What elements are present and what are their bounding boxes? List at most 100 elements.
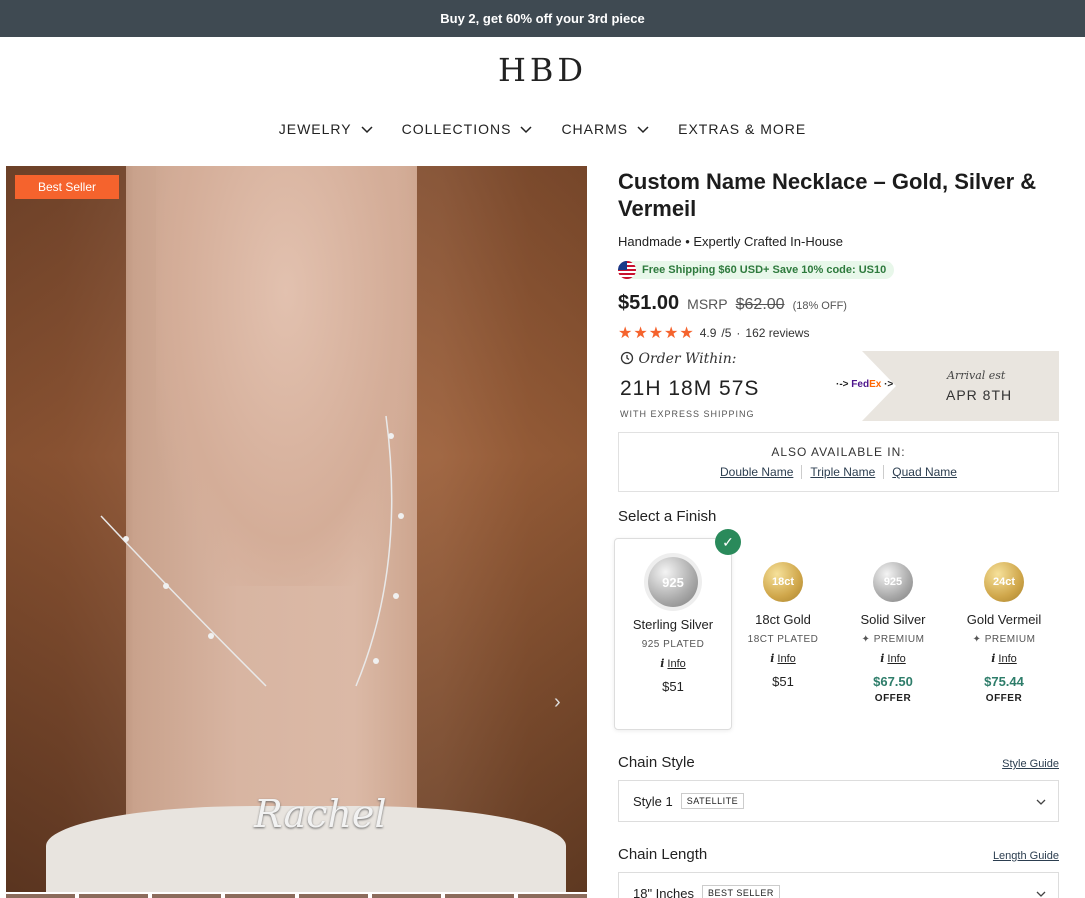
also-available-title: ALSO AVAILABLE IN: bbox=[771, 445, 906, 459]
thumbnail[interactable] bbox=[517, 894, 587, 898]
length-guide-link[interactable]: Length Guide bbox=[993, 850, 1059, 862]
sparkle-icon: ✦ bbox=[972, 634, 985, 645]
chain-style-label: Chain Style bbox=[618, 754, 695, 771]
site-header: HBD JEWELRY COLLECTIONS CHARMS EXTRAS & … bbox=[0, 37, 1085, 165]
arrival-date: APR 8TH bbox=[946, 387, 1013, 403]
chevron-down-icon bbox=[637, 126, 649, 134]
link-quad-name[interactable]: Quad Name bbox=[884, 465, 965, 479]
finish-solid-silver[interactable]: 925 Solid Silver ✦ PREMIUM i Info $67.50 … bbox=[838, 538, 948, 704]
product-info: Custom Name Necklace – Gold, Silver & Ve… bbox=[614, 166, 1059, 898]
chain-length-header: Chain Length Length Guide bbox=[618, 846, 1059, 863]
also-available-box: ALSO AVAILABLE IN: Double Name Triple Na… bbox=[618, 432, 1059, 492]
chain-length-tag: BEST SELLER bbox=[702, 885, 780, 898]
thumbnail[interactable] bbox=[444, 894, 514, 898]
product-subtitle: Handmade • Expertly Crafted In-House bbox=[618, 234, 843, 249]
arrival-label: Arrival est bbox=[947, 369, 1006, 382]
thumbnail-strip bbox=[6, 894, 587, 898]
link-double-name[interactable]: Double Name bbox=[712, 465, 803, 479]
finish-price: $51 bbox=[772, 674, 794, 689]
silver-coin-icon: 925 bbox=[648, 557, 698, 607]
info-icon: i bbox=[660, 657, 665, 670]
rating-separator: · bbox=[736, 326, 741, 340]
link-triple-name[interactable]: Triple Name bbox=[802, 465, 885, 479]
express-shipping-label: WITH EXPRESS SHIPPING bbox=[620, 409, 755, 419]
shipping-text: Free Shipping $60 USD+ Save 10% code: US… bbox=[642, 264, 887, 276]
info-icon: i bbox=[770, 652, 775, 665]
finish-sterling-silver[interactable]: ✓ 925 Sterling Silver 925 PLATED i Info $… bbox=[614, 529, 741, 730]
thumbnail[interactable] bbox=[298, 894, 368, 898]
discount-label: (18% OFF) bbox=[792, 300, 847, 312]
finish-name: Solid Silver bbox=[860, 612, 926, 627]
star-rating-icon: ★★★★★ bbox=[618, 325, 695, 342]
chain-style-header: Chain Style Style Guide bbox=[618, 754, 1059, 771]
finish-price: $67.50 bbox=[873, 674, 913, 689]
nav-charms[interactable]: CHARMS bbox=[561, 121, 650, 137]
promo-text: Buy 2, get 60% off your 3rd piece bbox=[440, 11, 645, 26]
finish-info-link[interactable]: i Info bbox=[838, 652, 948, 665]
finish-sub: 18CT PLATED bbox=[747, 634, 819, 645]
nav-jewelry[interactable]: JEWELRY bbox=[279, 121, 374, 137]
finish-info-link[interactable]: i Info bbox=[728, 652, 838, 665]
finish-name: 18ct Gold bbox=[755, 612, 811, 627]
fedex-fed: Fed bbox=[851, 379, 870, 390]
finish-options: ✓ 925 Sterling Silver 925 PLATED i Info $… bbox=[614, 529, 1059, 738]
nav-extras[interactable]: EXTRAS & MORE bbox=[678, 121, 806, 137]
clock-history-icon bbox=[620, 351, 634, 365]
chevron-down-icon bbox=[1036, 891, 1046, 897]
order-within-text: Order Within: bbox=[638, 351, 737, 367]
rating-value: 4.9 bbox=[699, 326, 717, 340]
brand-logo[interactable]: HBD bbox=[0, 51, 1085, 89]
nav-label: COLLECTIONS bbox=[401, 121, 512, 137]
offer-label: OFFER bbox=[874, 693, 912, 704]
arrow-dots-icon: ·-> bbox=[836, 379, 849, 390]
nav-label: JEWELRY bbox=[278, 121, 352, 137]
chain-length-value: 18" Inches bbox=[633, 885, 694, 898]
chevron-right-icon[interactable]: › bbox=[554, 691, 574, 715]
chain-length-label: Chain Length bbox=[618, 846, 708, 863]
style-guide-link[interactable]: Style Guide bbox=[1002, 758, 1059, 770]
chain-length-select[interactable]: 18" Inches BEST SELLER bbox=[618, 872, 1059, 898]
nav-collections[interactable]: COLLECTIONS bbox=[402, 121, 534, 137]
gold-coin-icon: 18ct bbox=[763, 562, 803, 602]
pendant-name: Rachel bbox=[254, 792, 387, 836]
current-price: $51.00 bbox=[618, 292, 680, 314]
necklace-chain bbox=[100, 415, 404, 687]
chain-style-select[interactable]: Style 1 SATELLITE bbox=[618, 780, 1059, 822]
product-title: Custom Name Necklace – Gold, Silver & Ve… bbox=[618, 169, 1037, 221]
msrp-label: MSRP bbox=[687, 296, 728, 312]
thumbnail[interactable] bbox=[225, 894, 295, 898]
original-price: $62.00 bbox=[735, 296, 785, 313]
us-flag-icon bbox=[618, 261, 636, 279]
info-icon: i bbox=[991, 652, 996, 665]
finish-info-link[interactable]: i Info bbox=[615, 657, 731, 670]
delivery-estimate: Order Within: 21H 18M 57S WITH EXPRESS S… bbox=[618, 351, 1059, 421]
thumbnail[interactable] bbox=[152, 894, 222, 898]
variant-links: Double Name Triple Name Quad Name bbox=[619, 465, 1058, 479]
finish-gold-vermeil[interactable]: 24ct Gold Vermeil ✦ PREMIUM i Info $75.44… bbox=[949, 538, 1059, 704]
fedex-logo: ·-> FedEx ·> bbox=[836, 379, 893, 390]
rating-row[interactable]: ★★★★★ 4.9 /5 · 162 reviews bbox=[618, 323, 1059, 343]
main-nav: JEWELRY COLLECTIONS CHARMS EXTRAS & MORE bbox=[0, 121, 1085, 137]
silver-coin-icon: 925 bbox=[873, 562, 913, 602]
rating-max: /5 bbox=[721, 326, 732, 340]
thumbnail[interactable] bbox=[79, 894, 149, 898]
chevron-down-icon bbox=[361, 126, 373, 134]
product-image[interactable]: Rachel › bbox=[6, 166, 587, 892]
review-count[interactable]: 162 reviews bbox=[745, 326, 809, 340]
finish-sub: 925 PLATED bbox=[641, 639, 705, 650]
promo-banner[interactable]: Buy 2, get 60% off your 3rd piece bbox=[0, 0, 1085, 37]
price-row: $51.00 MSRP $62.00 (18% OFF) bbox=[618, 292, 1059, 315]
finish-sub: ✦ PREMIUM bbox=[972, 634, 1036, 645]
finish-price: $51 bbox=[662, 679, 684, 694]
finish-18ct-gold[interactable]: 18ct 18ct Gold 18CT PLATED i Info $51 bbox=[728, 538, 838, 689]
finish-info-link[interactable]: i Info bbox=[949, 652, 1059, 665]
thumbnail[interactable] bbox=[6, 894, 76, 898]
finish-name: Gold Vermeil bbox=[966, 612, 1042, 627]
finish-price: $75.44 bbox=[984, 674, 1024, 689]
order-within-label: Order Within: bbox=[620, 351, 737, 367]
fedex-ex: Ex bbox=[869, 379, 882, 390]
thumbnail[interactable] bbox=[371, 894, 441, 898]
sparkle-icon: ✦ bbox=[861, 634, 874, 645]
chevron-down-icon bbox=[1036, 799, 1046, 805]
offer-label: OFFER bbox=[985, 693, 1023, 704]
